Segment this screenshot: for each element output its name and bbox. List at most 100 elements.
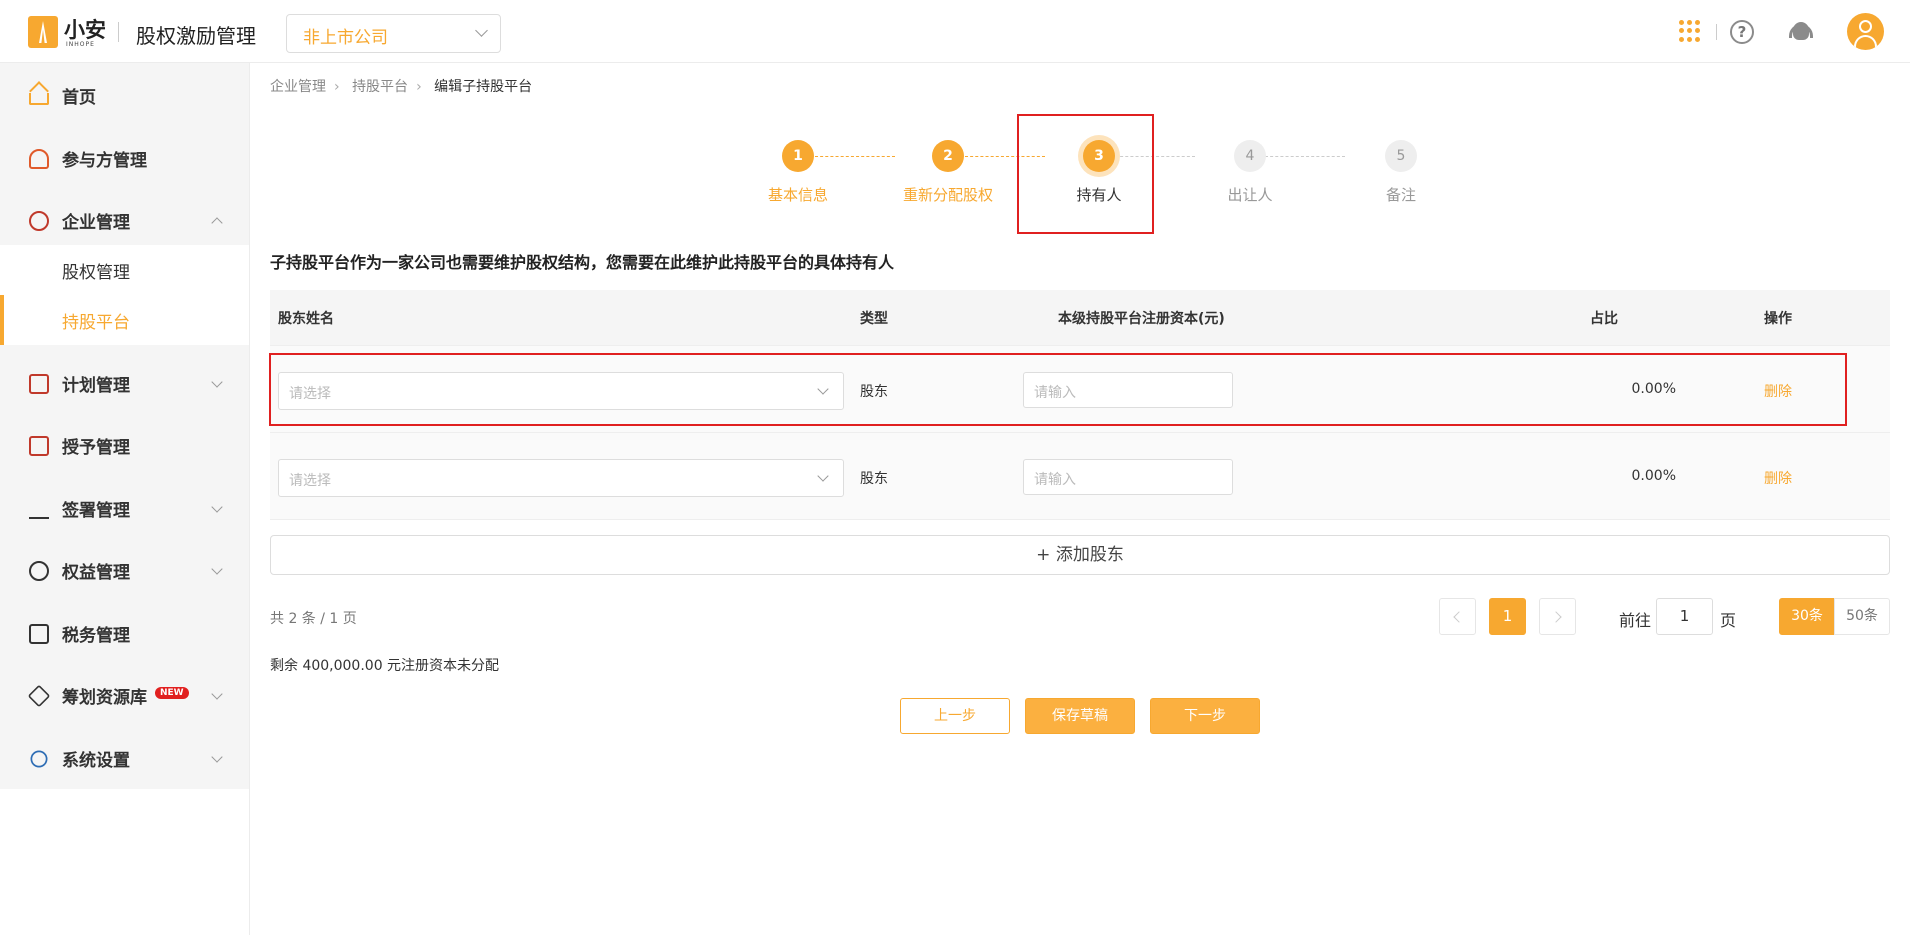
sidebar-item-signing[interactable]: 签署管理 [0,483,249,533]
column-header: 占比 [1590,311,1618,327]
sidebar-subitem-label: 持股平台 [62,313,130,333]
step-highlight-box [1017,114,1154,234]
sidebar-item-rights[interactable]: 权益管理 [0,545,249,595]
prev-step-button[interactable]: 上一步 [900,698,1010,734]
sidebar-item-label: 签署管理 [62,501,130,521]
table-row: 请选择 股东 请输入 0.00% 删除 [270,433,1890,520]
step-number: 4 [1234,140,1266,172]
step-1: 1 基本信息 [738,140,858,205]
customer-service-icon[interactable] [1787,18,1815,46]
sidebar-item-label: 授予管理 [62,438,130,458]
next-step-button[interactable]: 下一步 [1150,698,1260,734]
chevron-down-icon [211,688,223,700]
app-title: 股权激励管理 [136,24,256,48]
column-header: 股东姓名 [278,311,334,327]
chevron-down-icon [211,563,223,575]
company-type-value: 非上市公司 [303,28,388,48]
shareholder-select[interactable]: 请选择 [278,459,844,497]
select-placeholder: 请选择 [289,473,331,489]
step-label: 备注 [1385,186,1416,204]
grid-icon [29,374,49,394]
column-header: 操作 [1764,311,1792,327]
step-2: 2 重新分配股权 [888,140,1008,205]
chevron-down-icon [211,751,223,763]
column-header: 类型 [860,311,888,327]
help-icon[interactable]: ? [1730,20,1754,44]
sidebar-item-label: 首页 [62,88,96,108]
page-size-30-button[interactable]: 30条 [1779,598,1835,635]
capital-input[interactable]: 请输入 [1023,459,1233,495]
badge-icon [29,561,49,581]
sidebar-item-tax[interactable]: 税务管理 [0,608,249,658]
ratio-cell: 0.00% [1631,468,1676,484]
step-number: 1 [782,140,814,172]
sidebar-item-participants[interactable]: 参与方管理 [0,133,249,183]
app-logo[interactable]: 小安 INHOPE [28,14,106,50]
sidebar-item-plans[interactable]: 计划管理 [0,358,249,408]
page-unit-label: 页 [1720,611,1737,630]
document-icon [29,436,49,456]
chevron-down-icon [211,376,223,388]
prev-page-button[interactable] [1439,598,1476,635]
users-icon [29,149,49,169]
company-icon [29,211,49,231]
chevron-down-icon [211,501,223,513]
user-avatar[interactable] [1847,13,1884,50]
apps-grid-icon[interactable] [1676,17,1704,45]
breadcrumb: 企业管理 › 持股平台 › 编辑子持股平台 [270,79,533,95]
section-description: 子持股平台作为一家公司也需要维护股权结构，您需要在此维护此持股平台的具体持有人 [270,253,895,272]
goto-page-input[interactable]: 1 [1656,598,1713,635]
sidebar-subitem-label: 股权管理 [62,263,130,283]
sidebar-item-label: 计划管理 [62,376,130,396]
settings-icon [30,750,48,768]
step-5: 5 备注 [1341,140,1461,205]
add-shareholder-button[interactable]: + 添加股东 [270,535,1890,575]
home-icon [29,93,49,105]
sidebar-item-label: 权益管理 [62,563,130,583]
step-label: 出让人 [1227,186,1273,204]
sidebar-item-label: 参与方管理 [62,151,147,171]
pagination-total: 共 2 条 / 1 页 [270,611,357,627]
new-badge: NEW [155,687,189,699]
sidebar-item-label: 系统设置 [62,751,130,771]
sidebar-item-company[interactable]: 企业管理 [0,195,249,245]
header-divider [118,22,119,42]
page-size-50-button[interactable]: 50条 [1834,598,1890,635]
step-number: 5 [1385,140,1417,172]
sidebar: 首页 参与方管理 企业管理 股权管理 持股平台 计划管理 授予管理 签署管理 权… [0,63,250,935]
sidebar-item-equity[interactable]: 股权管理 [0,245,249,295]
sidebar-item-label: 企业管理 [62,213,130,233]
type-cell: 股东 [860,471,888,487]
breadcrumb-item[interactable]: 企业管理 [270,79,326,95]
row-highlight-box [269,353,1847,426]
step-number: 2 [932,140,964,172]
step-label: 重新分配股权 [902,186,993,204]
chevron-up-icon [211,217,223,229]
tax-icon [29,624,49,644]
delete-link[interactable]: 删除 [1764,468,1792,488]
logo-text: 小安 [64,18,106,42]
logo-subtext: INHOPE [66,41,95,48]
sidebar-item-resources[interactable]: 筹划资源库 NEW [0,670,249,720]
save-draft-button[interactable]: 保存草稿 [1025,698,1135,734]
sign-icon [29,499,49,519]
sidebar-item-grants[interactable]: 授予管理 [0,420,249,470]
remaining-capital-note: 剩余 400,000.00 元注册资本未分配 [270,658,500,674]
sidebar-item-label: 筹划资源库 [62,688,147,708]
table-header: 股东姓名 类型 本级持股平台注册资本(元) 占比 操作 [270,290,1890,346]
next-page-button[interactable] [1539,598,1576,635]
sidebar-item-holding-platform[interactable]: 持股平台 [0,295,249,345]
company-type-select[interactable]: 非上市公司 [286,14,501,53]
top-header: 小安 INHOPE 股权激励管理 非上市公司 ? [0,0,1910,63]
layers-icon [27,684,51,708]
sidebar-item-home[interactable]: 首页 [0,70,249,120]
chevron-down-icon [475,24,488,37]
breadcrumb-item[interactable]: 持股平台 [352,79,408,95]
sidebar-item-settings[interactable]: 系统设置 [0,733,249,783]
step-4: 4 出让人 [1190,140,1310,205]
logo-mark-icon [28,16,58,48]
page-1-button[interactable]: 1 [1489,598,1526,635]
breadcrumb-current: 编辑子持股平台 [434,79,533,95]
sidebar-item-label: 税务管理 [62,626,130,646]
goto-label: 前往 [1619,611,1652,630]
